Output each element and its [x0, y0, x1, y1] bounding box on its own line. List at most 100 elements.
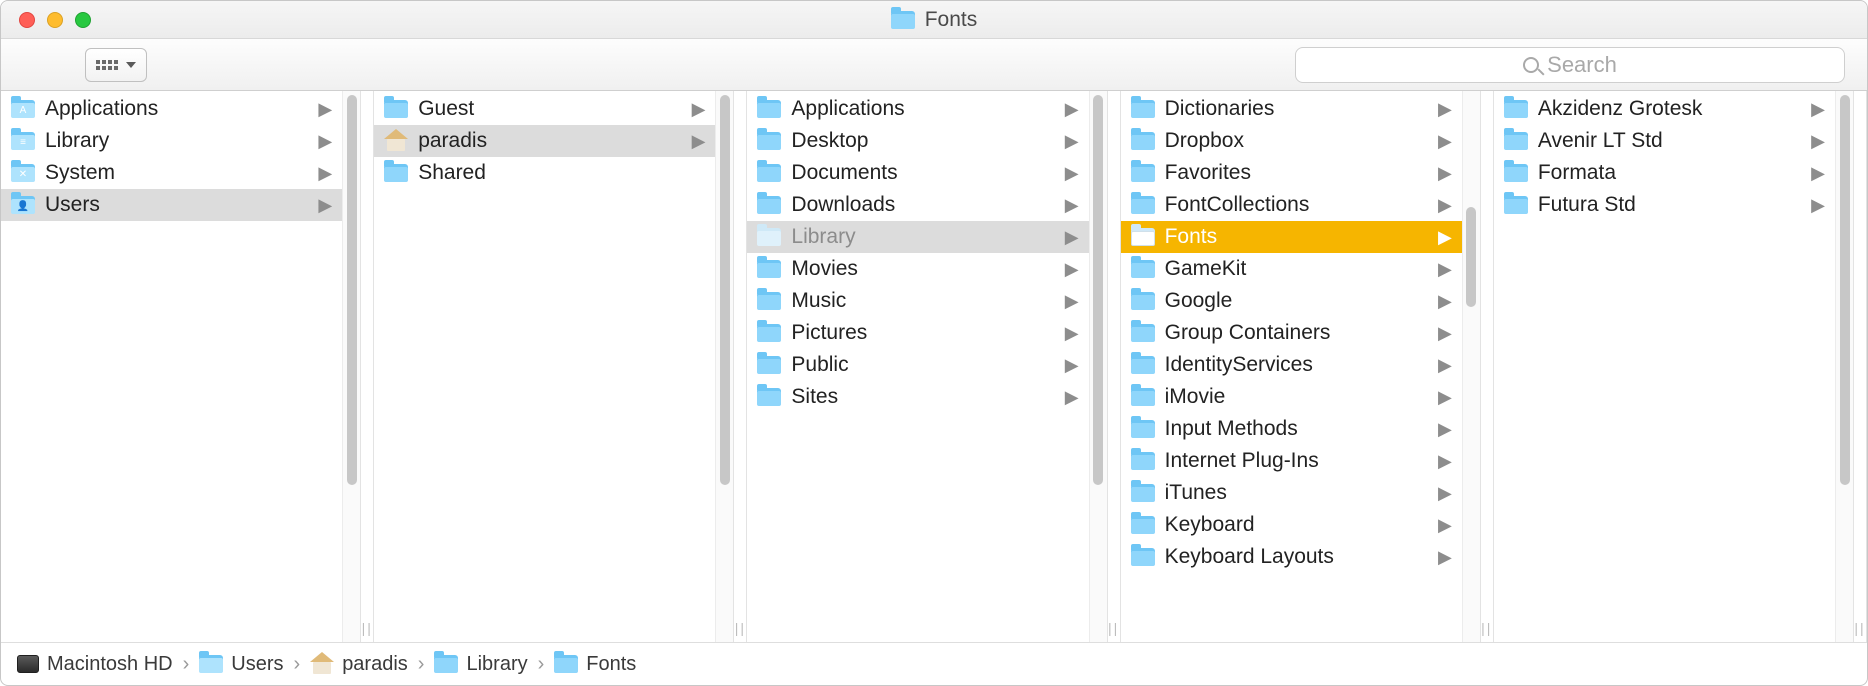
item-label: IdentityServices [1165, 353, 1428, 377]
list-item[interactable]: Formata▶ [1494, 157, 1835, 189]
list-item[interactable]: Pictures▶ [747, 317, 1088, 349]
minimize-button[interactable] [47, 12, 63, 28]
breadcrumb[interactable]: Macintosh HD [17, 653, 173, 676]
scrollbar[interactable] [1462, 91, 1480, 642]
breadcrumb[interactable]: Users [199, 653, 283, 676]
list-item[interactable]: Public▶ [747, 349, 1088, 381]
chevron-right-icon: ▶ [1065, 195, 1079, 216]
breadcrumb[interactable]: Fonts [554, 653, 636, 676]
column-list: Dictionaries▶Dropbox▶Favorites▶FontColle… [1121, 91, 1462, 642]
list-item[interactable]: Music▶ [747, 285, 1088, 317]
list-item[interactable]: Futura Std▶ [1494, 189, 1835, 221]
folder-icon [757, 100, 781, 118]
column-fonts: Akzidenz Grotesk▶Avenir LT Std▶Formata▶F… [1494, 91, 1867, 642]
folder-icon [1131, 100, 1155, 118]
column-home: Applications ▶ Desktop▶Documents▶Downloads… [747, 91, 1120, 642]
zoom-button[interactable] [75, 12, 91, 28]
list-item[interactable]: iMovie▶ [1121, 381, 1462, 413]
column-resize-handle[interactable]: || [1107, 91, 1121, 642]
list-item[interactable]: ✕System▶ [1, 157, 342, 189]
system-folder-icon [199, 655, 223, 673]
column-resize-handle[interactable]: || [1853, 91, 1867, 642]
list-item[interactable]: Downloads▶ [747, 189, 1088, 221]
list-item[interactable]: Input Methods▶ [1121, 413, 1462, 445]
chevron-right-icon: ▶ [1065, 163, 1079, 184]
column-resize-handle[interactable]: || [360, 91, 374, 642]
breadcrumb[interactable]: paradis [310, 653, 408, 676]
breadcrumb[interactable]: Library [434, 653, 527, 676]
list-item[interactable]: FontCollections▶ [1121, 189, 1462, 221]
list-item[interactable]: Movies▶ [747, 253, 1088, 285]
item-label: iTunes [1165, 481, 1428, 505]
search-icon [1523, 57, 1539, 73]
list-item[interactable]: Guest▶ [374, 93, 715, 125]
scrollbar[interactable] [342, 91, 360, 642]
list-item[interactable]: Library▶ [747, 221, 1088, 253]
list-item[interactable]: Shared [374, 157, 715, 189]
list-item[interactable]: Fonts▶ [1121, 221, 1462, 253]
scrollbar-thumb[interactable] [1840, 95, 1850, 485]
list-item[interactable]: Applications ▶ [747, 93, 1088, 125]
item-label: Library [45, 129, 308, 153]
close-button[interactable] [19, 12, 35, 28]
scrollbar-thumb[interactable] [347, 95, 357, 485]
item-label: iMovie [1165, 385, 1428, 409]
chevron-right-icon: ▶ [1438, 323, 1452, 344]
folder-icon [1131, 164, 1155, 182]
list-item[interactable]: Sites▶ [747, 381, 1088, 413]
home-icon [310, 654, 334, 674]
home-icon [384, 131, 408, 151]
drive-icon [17, 655, 39, 673]
list-item[interactable]: Desktop▶ [747, 125, 1088, 157]
scrollbar-thumb[interactable] [1466, 207, 1476, 307]
list-item[interactable]: Favorites▶ [1121, 157, 1462, 189]
list-item[interactable]: ≡Library▶ [1, 125, 342, 157]
column-root: AApplications▶≡Library▶✕System▶👤Users▶ || [1, 91, 374, 642]
chevron-right-icon: ▶ [1438, 163, 1452, 184]
list-item[interactable]: Documents▶ [747, 157, 1088, 189]
titlebar[interactable]: Fonts [1, 1, 1867, 39]
list-item[interactable]: Avenir LT Std▶ [1494, 125, 1835, 157]
list-item[interactable]: Akzidenz Grotesk▶ [1494, 93, 1835, 125]
list-item[interactable]: Keyboard Layouts▶ [1121, 541, 1462, 573]
list-item[interactable]: Internet Plug-Ins▶ [1121, 445, 1462, 477]
chevron-right-icon: ▶ [1438, 291, 1452, 312]
chevron-right-icon: › [416, 653, 427, 676]
list-item[interactable]: GameKit▶ [1121, 253, 1462, 285]
folder-icon [1131, 452, 1155, 470]
column-resize-handle[interactable]: || [733, 91, 747, 642]
list-item[interactable]: paradis▶ [374, 125, 715, 157]
list-item[interactable]: Keyboard▶ [1121, 509, 1462, 541]
grip-icon: || [1108, 620, 1119, 636]
column-resize-handle[interactable]: || [1480, 91, 1494, 642]
chevron-right-icon: ▶ [1811, 131, 1825, 152]
chevron-right-icon: ▶ [318, 99, 332, 120]
finder-window: Fonts Search AApplications▶≡Library▶✕Sys… [0, 0, 1868, 686]
scrollbar[interactable] [715, 91, 733, 642]
search-placeholder: Search [1547, 52, 1617, 78]
item-label: Internet Plug-Ins [1165, 449, 1428, 473]
scrollbar-thumb[interactable] [720, 95, 730, 485]
folder-icon [1504, 196, 1528, 214]
list-item[interactable]: Group Containers▶ [1121, 317, 1462, 349]
list-item[interactable]: Dropbox▶ [1121, 125, 1462, 157]
list-item[interactable]: IdentityServices ▶ [1121, 349, 1462, 381]
folder-icon [1131, 324, 1155, 342]
item-label: System [45, 161, 308, 185]
chevron-right-icon: ▶ [1065, 99, 1079, 120]
list-item[interactable]: Dictionaries▶ [1121, 93, 1462, 125]
item-label: Applications [791, 97, 1054, 121]
scrollbar[interactable] [1835, 91, 1853, 642]
list-item[interactable]: 👤Users▶ [1, 189, 342, 221]
scrollbar[interactable] [1089, 91, 1107, 642]
list-item[interactable]: Google▶ [1121, 285, 1462, 317]
path-bar: Macintosh HD›Users›paradis›Library›Fonts [1, 643, 1867, 685]
list-item[interactable]: iTunes▶ [1121, 477, 1462, 509]
view-mode-button[interactable] [85, 48, 147, 82]
scrollbar-thumb[interactable] [1093, 95, 1103, 485]
chevron-right-icon: ▶ [1811, 163, 1825, 184]
chevron-right-icon: ▶ [318, 195, 332, 216]
search-field[interactable]: Search [1295, 47, 1845, 83]
list-item[interactable]: AApplications▶ [1, 93, 342, 125]
chevron-right-icon: ▶ [1438, 355, 1452, 376]
